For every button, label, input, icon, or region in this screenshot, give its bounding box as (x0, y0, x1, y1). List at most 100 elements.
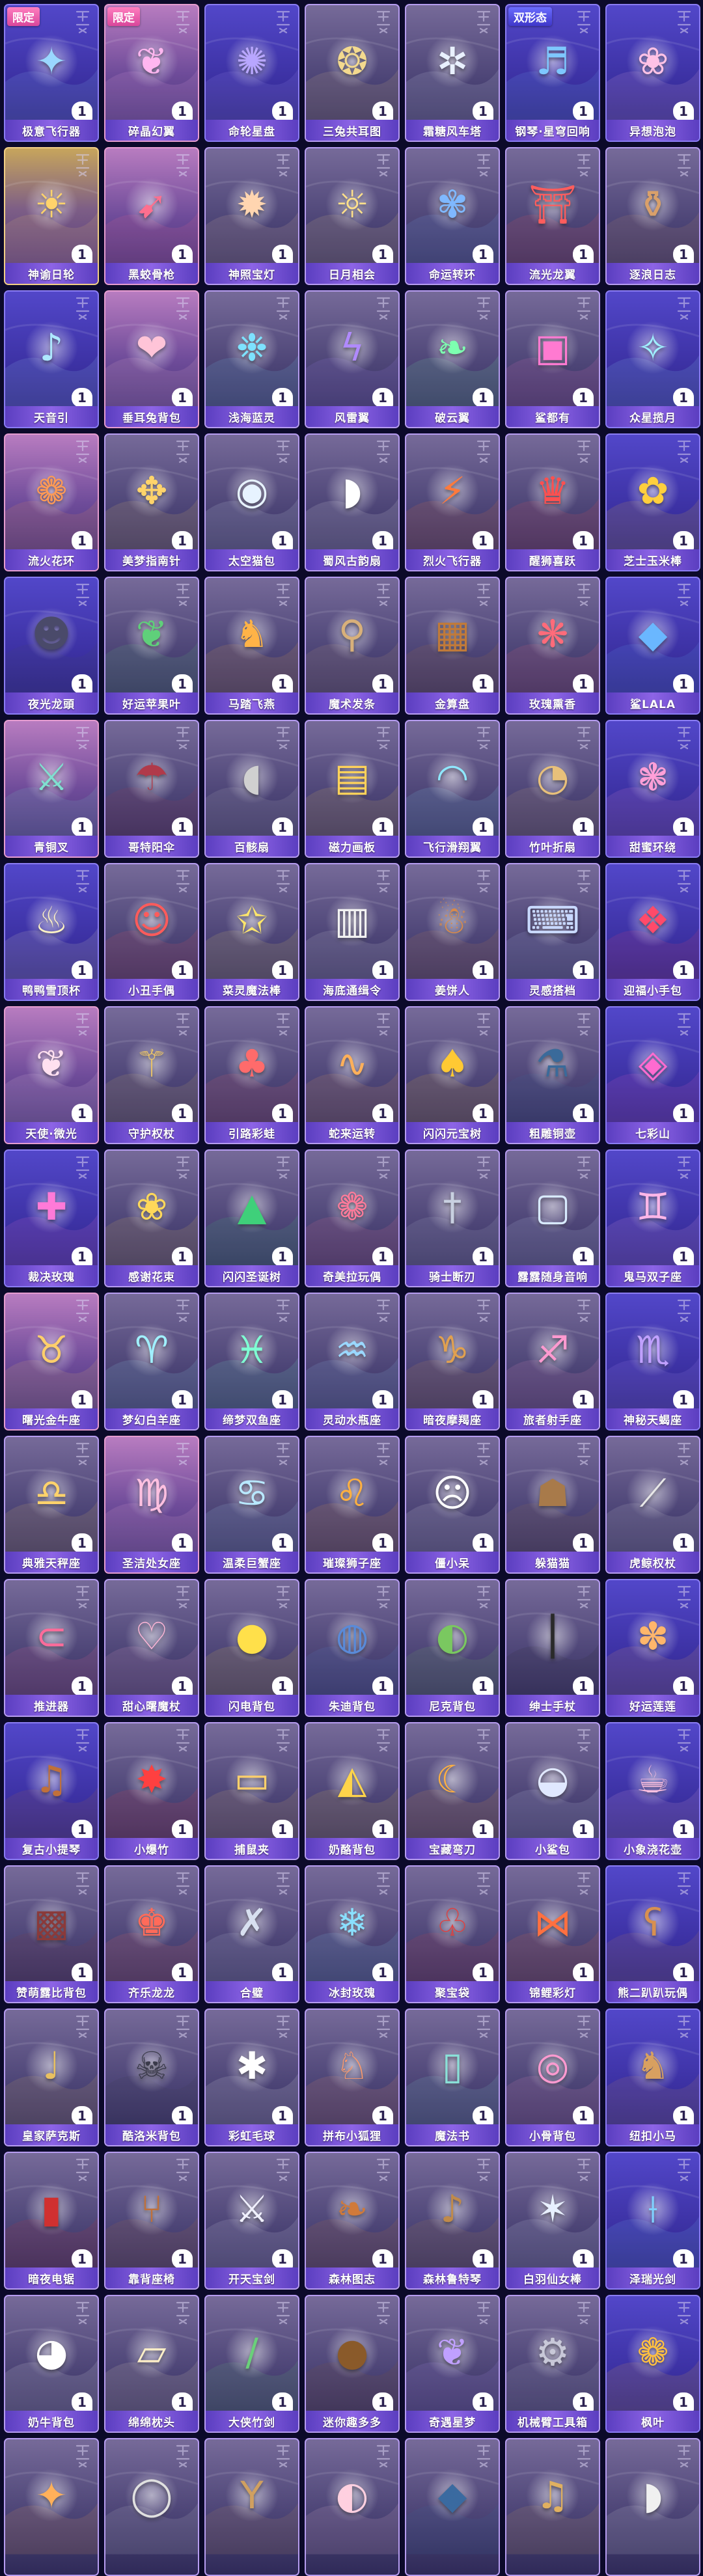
item-card[interactable]: ❦ 1 好运苹果叶 (104, 577, 199, 715)
item-card[interactable]: ⚙ 1 机械臂工具箱 (505, 2295, 600, 2433)
item-card[interactable]: ▲ 1 闪闪圣诞树 (204, 1149, 299, 1287)
item-card[interactable]: ✾ 1 命运转环 (405, 147, 500, 285)
item-card[interactable]: ✩ 1 菜灵魔法棒 (204, 863, 299, 1001)
item-card[interactable]: ♘ 1 拼布小狐狸 (305, 2008, 400, 2146)
item-card[interactable]: ❖ 1 迎福小手包 (605, 863, 700, 1001)
item-card[interactable]: ✚ 1 裁决玫瑰 (4, 1149, 99, 1287)
item-card[interactable]: ☼ 1 日月相会 (305, 147, 400, 285)
item-card[interactable]: ◈ 1 七彩山 (605, 1006, 700, 1144)
item-card[interactable]: ▥ 1 海底通缉令 (305, 863, 400, 1001)
item-card[interactable]: ▣ 1 鲨都有 (505, 290, 600, 428)
item-card[interactable]: ☺ 1 小丑手偶 (104, 863, 199, 1001)
item-card[interactable]: ♒ 1 灵动水瓶座 (305, 1293, 400, 1431)
item-card[interactable]: ⚔ 1 青铜叉 (4, 720, 99, 858)
item-card[interactable]: ✱ 1 彩虹毛球 (204, 2008, 299, 2146)
item-card[interactable]: ⋈ 1 锦鲤彩灯 (505, 1865, 600, 2003)
item-card[interactable]: ⊂ 1 推进器 (4, 1579, 99, 1717)
item-card[interactable]: ❀ 1 异想泡泡 (605, 4, 700, 142)
item-card[interactable]: ⚡ 1 烈火飞行器 (405, 433, 500, 571)
item-card[interactable]: ❋ 1 玫瑰熏香 (505, 577, 600, 715)
item-card[interactable]: ❁ 1 奇美拉玩偶 (305, 1149, 400, 1287)
item-card[interactable]: ❦ 1 奇遇星梦 (405, 2295, 500, 2433)
item-card[interactable]: ❧ 1 破云翼 (405, 290, 500, 428)
item-card[interactable]: ♛ 1 醒狮喜跃 (505, 433, 600, 571)
item-card[interactable]: ◠ 1 飞行滑翔翼 (405, 720, 500, 858)
item-card[interactable]: ✗ 1 合璧 (204, 1865, 299, 2003)
item-card[interactable]: ◯ (104, 2438, 199, 2576)
item-card[interactable]: ❂ 1 三兔共耳图 (305, 4, 400, 142)
item-card[interactable]: ☠ 1 酷洛米背包 (104, 2008, 199, 2146)
item-card[interactable]: ʕ 1 熊二趴趴玩偶 (605, 1865, 700, 2003)
item-card[interactable]: ♓ 1 缔梦双鱼座 (204, 1293, 299, 1431)
item-card[interactable]: ♬ 1 钢琴·星穹回响 双形态 (505, 4, 600, 142)
item-card[interactable]: ◍ 1 朱迪背包 (305, 1579, 400, 1717)
item-card[interactable]: ✿ 1 芝士玉米棒 (605, 433, 700, 571)
item-card[interactable]: ➹ 1 黑蛟骨枪 (104, 147, 199, 285)
item-card[interactable]: ♩ 1 皇家萨克斯 (4, 2008, 99, 2146)
item-card[interactable]: ♊ 1 鬼马双子座 (605, 1149, 700, 1287)
item-card[interactable]: ☂ 1 哥特阳伞 (104, 720, 199, 858)
item-card[interactable]: ◆ (405, 2438, 500, 2576)
item-card[interactable]: ▢ 1 露露随身音响 (505, 1149, 600, 1287)
item-card[interactable]: ▩ 1 赞萌露比背包 (4, 1865, 99, 2003)
item-card[interactable]: † 1 骑士断刃 (405, 1149, 500, 1287)
item-card[interactable]: ∿ 1 蛇来运转 (305, 1006, 400, 1144)
item-card[interactable]: ✺ 1 命轮星盘 (204, 4, 299, 142)
item-card[interactable]: ♚ 1 齐乐龙龙 (104, 1865, 199, 2003)
item-card[interactable]: ☕ 1 小象浇花壶 (605, 1722, 700, 1860)
item-card[interactable]: ◗ (605, 2438, 700, 2576)
item-card[interactable]: ▭ 1 捕鼠夹 (204, 1722, 299, 1860)
item-card[interactable]: ✸ 1 小爆竹 (104, 1722, 199, 1860)
item-card[interactable]: ◖ 1 百骸扇 (204, 720, 299, 858)
item-card[interactable]: ❀ 1 感谢花束 (104, 1149, 199, 1287)
item-card[interactable]: ☾ 1 宝藏弯刀 (405, 1722, 500, 1860)
item-card[interactable]: ⌨ 1 灵感搭档 (505, 863, 600, 1001)
item-card[interactable]: ⎮ 1 绅士手杖 (505, 1579, 600, 1717)
item-card[interactable]: ♧ 1 聚宝袋 (405, 1865, 500, 2003)
item-card[interactable]: ♌ 1 璀璨狮子座 (305, 1436, 400, 1574)
item-card[interactable]: ⟊ 1 泽瑞光剑 (605, 2152, 700, 2290)
item-card[interactable]: ♫ (505, 2438, 600, 2576)
item-card[interactable]: ⚲ 1 魔术发条 (305, 577, 400, 715)
item-card[interactable]: ◎ 1 小骨背包 (505, 2008, 600, 2146)
item-card[interactable]: ✦ (4, 2438, 99, 2576)
item-card[interactable]: ▱ 1 绵绵枕头 (104, 2295, 199, 2433)
item-card[interactable]: ⚚ 1 守护权杖 (104, 1006, 199, 1144)
item-card[interactable]: ♉ 1 曙光金牛座 (4, 1293, 99, 1431)
item-card[interactable]: ⚱ 1 逐浪日志 (605, 147, 700, 285)
item-card[interactable]: ⚔ 1 开天宝剑 (204, 2152, 299, 2290)
item-card[interactable]: ❦ 1 天使·微光 (4, 1006, 99, 1144)
item-card[interactable]: ♍ 1 圣洁处女座 (104, 1436, 199, 1574)
item-card[interactable]: ◭ 1 奶酪背包 (305, 1722, 400, 1860)
item-card[interactable]: ● 1 闪电背包 (204, 1579, 299, 1717)
item-card[interactable]: ♣ 1 引路彩蛙 (204, 1006, 299, 1144)
item-card[interactable]: ▮ 1 暗夜电锯 (4, 2152, 99, 2290)
item-card[interactable]: ◔ 1 竹叶折扇 (505, 720, 600, 858)
item-card[interactable]: ⚗ 1 粗雕铜壶 (505, 1006, 600, 1144)
item-card[interactable]: ▦ 1 金算盘 (405, 577, 500, 715)
item-card[interactable]: ♪ 1 天音引 (4, 290, 99, 428)
item-card[interactable]: ♑ 1 暗夜摩羯座 (405, 1293, 500, 1431)
item-card[interactable]: ⑂ 1 靠背座椅 (104, 2152, 199, 2290)
item-card[interactable]: ◉ 1 太空猫包 (204, 433, 299, 571)
item-card[interactable]: ☀ 1 神谕日轮 (4, 147, 99, 285)
item-card[interactable]: ✦ 1 极意飞行器 限定 (4, 4, 99, 142)
item-card[interactable]: ◐ (305, 2438, 400, 2576)
item-card[interactable]: ♞ 1 纽扣小马 (605, 2008, 700, 2146)
item-card[interactable]: ❤ 1 垂耳兔背包 (104, 290, 199, 428)
item-card[interactable]: ♪ 1 森林鲁特琴 (405, 2152, 500, 2290)
item-card[interactable]: ∕ 1 大侠竹剑 (204, 2295, 299, 2433)
item-card[interactable]: ❦ 1 碎晶幻翼 限定 (104, 4, 199, 142)
item-card[interactable]: ❉ 1 浅海蓝灵 (204, 290, 299, 428)
item-card[interactable]: ❁ 1 枫叶 (605, 2295, 700, 2433)
item-card[interactable]: ❁ 1 流火花环 (4, 433, 99, 571)
item-card[interactable]: ● 1 迷你趣多多 (305, 2295, 400, 2433)
item-card[interactable]: ✥ 1 美梦指南针 (104, 433, 199, 571)
item-card[interactable]: ϟ 1 风雷翼 (305, 290, 400, 428)
item-card[interactable]: ♫ 1 复古小提琴 (4, 1722, 99, 1860)
item-card[interactable]: ❃ 1 甜蜜环绕 (605, 720, 700, 858)
item-card[interactable]: ♠ 1 闪闪元宝树 (405, 1006, 500, 1144)
item-card[interactable]: ⛩ 1 流光龙翼 (505, 147, 600, 285)
item-card[interactable]: ☹ 1 僵小呆 (405, 1436, 500, 1574)
item-card[interactable]: ♨ 1 鸭鸭雪顶杯 (4, 863, 99, 1001)
